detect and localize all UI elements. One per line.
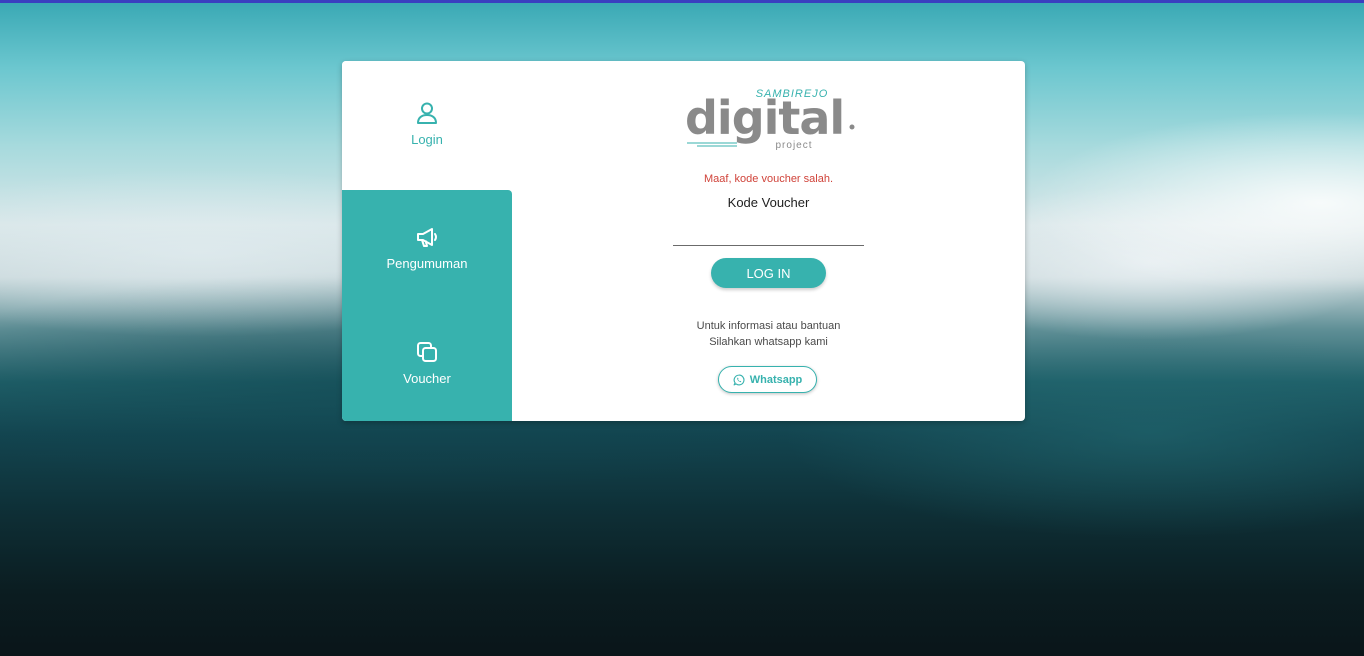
voucher-code-input[interactable]: [673, 221, 864, 246]
voucher-field-label: Kode Voucher: [727, 195, 810, 210]
sidebar-item-label: Pengumuman: [386, 256, 468, 271]
help-text-line-2: Silahkan whatsapp kami: [709, 336, 828, 348]
help-text-line-1: Untuk informasi atau bantuan: [696, 320, 841, 332]
logo-bottom-text: project: [775, 140, 812, 151]
sidebar-item-login[interactable]: Login: [342, 100, 512, 147]
login-form-panel: SAMBIREJO digital project Maaf, kode vou…: [512, 61, 1025, 421]
sidebar-nav-panel: Pengumuman Voucher: [342, 190, 512, 421]
user-icon: [417, 102, 437, 124]
login-card: Login Pengumuman Voucher SAMBIREJO digit…: [342, 61, 1025, 421]
copy-icon: [417, 342, 437, 362]
sidebar-item-login-area[interactable]: Login: [342, 61, 512, 190]
sidebar: Login Pengumuman Voucher: [342, 61, 512, 421]
logo-main-text: digital: [685, 91, 844, 145]
whatsapp-button[interactable]: Whatsapp: [718, 366, 817, 393]
whatsapp-button-label: Whatsapp: [749, 373, 803, 386]
sidebar-item-label: Voucher: [403, 371, 451, 386]
sambirejo-digital-logo: SAMBIREJO digital project: [685, 88, 855, 151]
sidebar-item-voucher[interactable]: Voucher: [342, 339, 512, 386]
login-button[interactable]: LOG IN: [711, 258, 826, 288]
sidebar-item-pengumuman[interactable]: Pengumuman: [342, 224, 512, 271]
whatsapp-icon: [733, 374, 745, 385]
error-message: Maaf, kode voucher salah.: [703, 173, 834, 185]
sidebar-item-label: Login: [411, 132, 443, 147]
megaphone-icon: [417, 228, 437, 247]
